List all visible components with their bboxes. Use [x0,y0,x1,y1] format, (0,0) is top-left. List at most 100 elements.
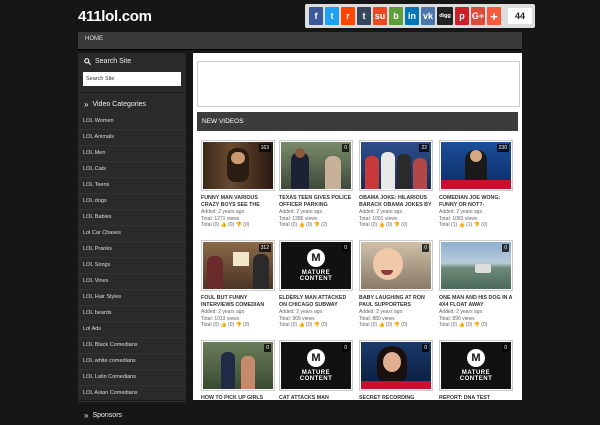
search-icon [84,58,91,65]
mature-label: MATURE CONTENT [459,370,493,382]
reddit-icon[interactable]: r [341,7,355,25]
sidebar-item-category[interactable]: LOL Pranks [78,242,186,258]
sidebar-item-category[interactable]: LOL Songs [78,258,186,274]
sidebar-item-category[interactable]: LOL Teens [78,178,186,194]
sidebar-item-category[interactable]: LOL Women [78,114,186,130]
sidebar-item-category[interactable]: LOL white comedians [78,354,186,370]
sidebar-item-category[interactable]: LOL Hair Styles [78,290,186,306]
video-rating: Total (0) 👍 (0) 👎 (0) [439,322,488,328]
video-title[interactable]: COMEDIAN JOE WONG: FUNNY OR NOT?- [439,195,513,209]
search-section-title: Search Site [95,58,132,65]
sidebar-item-category[interactable]: LOL Babies [78,210,186,226]
video-thumbnail[interactable]: 0 [201,340,275,391]
video-title[interactable]: ONE MAN AND HIS DOG IN A 4X4 FLOAT AWAY [439,295,513,309]
video-thumbnail[interactable]: 312 [201,240,275,291]
ad-banner [197,61,520,107]
more-icon[interactable]: + [487,7,501,25]
sponsors-header: » Sponsors [78,406,186,425]
video-thumbnail[interactable]: M MATURE CONTENT 0 [279,240,353,291]
video-thumbnail[interactable]: 22 [359,140,433,191]
video-rating: Total (1) 👍 (1) 👎 (0) [439,222,488,228]
video-card[interactable]: M MATURE CONTENT 0 ELDERLY MAN ATTACKED ON C… [279,240,353,329]
video-thumbnail[interactable]: 230 [439,140,513,191]
video-title[interactable]: REPORT: DNA TEST [439,395,513,409]
sidebar-item-category[interactable]: LOL Black Comedians [78,338,186,354]
mature-logo: M [307,249,325,267]
video-title[interactable]: SECRET RECORDING [359,395,433,409]
categories-header: » Video Categories [78,95,186,114]
new-videos-header: NEW VIDEOS [197,112,518,131]
double-chevron-icon: » [84,411,89,420]
video-title[interactable]: ELDERLY MAN ATTACKED ON CHICAGO SUBWAY [279,295,353,309]
video-card[interactable]: 0 ONE MAN AND HIS DOG IN A 4X4 FLOAT AWAY… [439,240,513,329]
video-thumbnail[interactable]: 163 [201,140,275,191]
sidebar-item-category[interactable]: LOL Men [78,146,186,162]
sidebar: Search Site Search Site » Video Categori… [78,53,186,420]
video-card[interactable]: 0 HOW TO PICK UP GIRLS [201,340,275,409]
double-chevron-icon: » [84,100,89,109]
video-card[interactable]: 0 SECRET RECORDING [359,340,433,409]
video-rating: Total (0) 👍 (0) 👎 (0) [359,222,408,228]
vk-icon[interactable]: vk [421,7,435,25]
googleplus-icon[interactable]: G+ [471,7,485,25]
video-card[interactable]: 0 BABY LAUGHING AT RON PAUL SUPPORTERS Add… [359,240,433,329]
video-title[interactable]: TEXAS TEEN GIVES POLICE OFFICER PARKING [279,195,353,209]
video-thumbnail[interactable]: M MATURE CONTENT 0 [439,340,513,391]
linkedin-icon[interactable]: in [405,7,419,25]
share-bar: f t r t su b in vk digg p G+ +44 [305,4,536,28]
video-card[interactable]: 312 FOUL BUT FUNNY INTERVIEWS COMEDIAN Add… [201,240,275,329]
bookmark-icon[interactable]: b [389,7,403,25]
video-title[interactable]: BABY LAUGHING AT RON PAUL SUPPORTERS [359,295,433,309]
view-count-badge: 0 [342,244,349,252]
tumblr-icon[interactable]: t [357,7,371,25]
video-thumbnail[interactable]: M MATURE CONTENT 0 [279,340,353,391]
sidebar-item-category[interactable]: LOL Animals [78,130,186,146]
video-title[interactable]: FUNNY MAN VARIOUS CRAZY BOYS SEE THE [201,195,275,209]
video-title[interactable]: FOUL BUT FUNNY INTERVIEWS COMEDIAN [201,295,275,309]
twitter-icon[interactable]: t [325,7,339,25]
video-thumbnail[interactable]: 0 [279,140,353,191]
sidebar-item-category[interactable]: LOL Latin Comedians [78,370,186,386]
video-rating: Total (0) 👍 (0) 👎 (0) [201,222,250,228]
share-count: 44 [508,8,533,24]
video-thumbnail[interactable]: 0 [359,340,433,391]
view-count-badge: 0 [342,144,349,152]
facebook-icon[interactable]: f [309,7,323,25]
mature-logo: M [467,349,485,367]
divider [78,92,186,93]
video-thumbnail[interactable]: 0 [439,240,513,291]
mature-logo: M [307,349,325,367]
video-title[interactable]: HOW TO PICK UP GIRLS [201,395,275,409]
view-count-badge: 312 [258,244,271,252]
video-card[interactable]: M MATURE CONTENT 0 CAT ATTACKS MAN [279,340,353,409]
video-rating: Total (0) 👍 (0) 👎 (2) [279,222,328,228]
video-rating: Total (0) 👍 (0) 👎 (0) [279,322,328,328]
video-title[interactable]: OBAMA JOKE: HILARIOUS BARACK OBAMA JOKES… [359,195,433,209]
sidebar-item-category[interactable]: LOL Cats [78,162,186,178]
sidebar-item-category[interactable]: LOL Vines [78,274,186,290]
sidebar-item-category[interactable]: LOL beards [78,306,186,322]
view-count-badge: 0 [342,344,349,352]
sidebar-item-category[interactable]: Lol Car Chases [78,226,186,242]
sidebar-item-category[interactable]: Lol Ads [78,322,186,338]
nav-home-link[interactable]: HOME [85,36,103,42]
site-logo[interactable]: 411lol.com [78,8,152,25]
search-section-header: Search Site [78,53,186,70]
video-card[interactable]: 163 FUNNY MAN VARIOUS CRAZY BOYS SEE THE A… [201,140,275,229]
video-card[interactable]: 230 COMEDIAN JOE WONG: FUNNY OR NOT?- Adde… [439,140,513,229]
pinterest-icon[interactable]: p [455,7,469,25]
digg-icon[interactable]: digg [437,7,453,25]
video-card[interactable]: 0 TEXAS TEEN GIVES POLICE OFFICER PARKING… [279,140,353,229]
video-card[interactable]: M MATURE CONTENT 0 REPORT: DNA TEST [439,340,513,409]
search-input[interactable]: Search Site [83,72,181,86]
sidebar-item-category[interactable]: LOL dogs [78,194,186,210]
view-count-badge: 163 [258,144,271,152]
stumbleupon-icon[interactable]: su [373,7,387,25]
video-thumbnail[interactable]: 0 [359,240,433,291]
video-rating: Total (0) 👍 (0) 👎 (0) [359,322,408,328]
video-title[interactable]: CAT ATTACKS MAN [279,395,353,409]
mature-label: MATURE CONTENT [299,270,333,282]
video-card[interactable]: 22 OBAMA JOKE: HILARIOUS BARACK OBAMA JOK… [359,140,433,229]
sponsors-title: Sponsors [92,412,123,419]
view-count-badge: 0 [422,244,429,252]
